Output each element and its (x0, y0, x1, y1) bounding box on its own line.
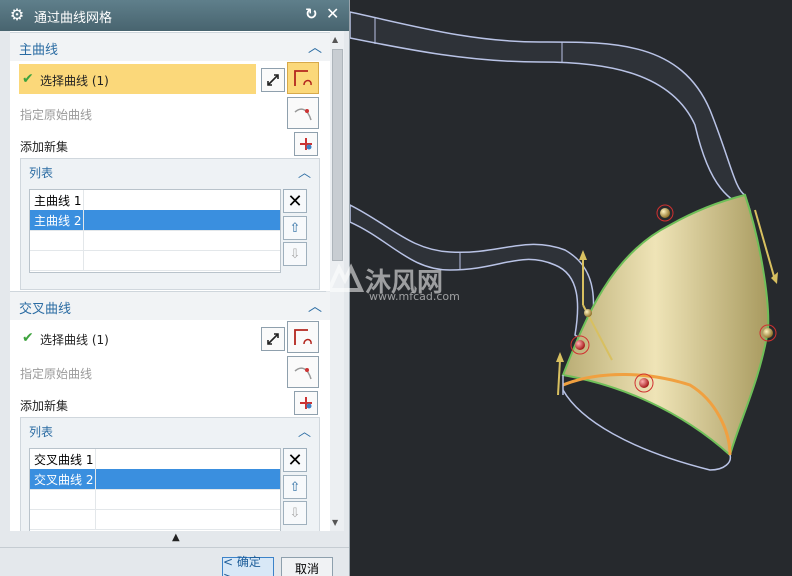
chevron-up-icon[interactable]: ︿ (308, 296, 322, 316)
select-curve-label: 选择曲线 (1) (40, 74, 109, 88)
list-item (30, 489, 280, 510)
scroll-down-icon[interactable]: ▼ (332, 518, 338, 527)
dialog-footer: < 确定 > 取消 (0, 547, 349, 576)
curve-rule-icon[interactable] (287, 321, 319, 353)
list-item (30, 250, 280, 271)
origin-curve-icon[interactable] (287, 97, 319, 129)
cancel-button[interactable]: 取消 (281, 557, 333, 576)
specify-origin-row-cross[interactable]: 指定原始曲线 (10, 356, 330, 388)
list-item[interactable]: 主曲线 2 (30, 210, 280, 231)
specify-origin-row-primary[interactable]: 指定原始曲线 (10, 97, 330, 129)
watermark-url: www.mfcad.com (369, 290, 460, 303)
dialog-title-bar[interactable]: ⚙ 通过曲线网格 ↻ ✕ (0, 0, 349, 31)
list-panel-cross: 列表 ︿ 交叉曲线 1 交叉曲线 2 ✕ ⇧ ⇩ (20, 417, 320, 531)
list-item[interactable]: 交叉曲线 1 (30, 449, 280, 470)
specify-origin-label: 指定原始曲线 (20, 108, 93, 122)
list-item[interactable]: 主曲线 1 (30, 190, 280, 211)
add-new-set-label: 添加新集 (20, 399, 69, 413)
section-header-primary[interactable]: 主曲线 ︿ (10, 32, 330, 61)
check-icon: ✔ (22, 330, 34, 346)
scrollbar-thumb[interactable] (332, 49, 343, 261)
dialog-window: ⚙ 通过曲线网格 ↻ ✕ 主曲线 ︿ ✔ 选择曲线 (1) 指定原始曲线 添加新… (0, 0, 350, 576)
section-title: 交叉曲线 (19, 302, 72, 317)
select-curve-row-primary[interactable]: ✔ 选择曲线 (1) (10, 62, 330, 94)
section-title: 主曲线 (19, 43, 59, 58)
scroll-up-icon[interactable]: ▲ (332, 35, 338, 44)
remove-icon[interactable]: ✕ (283, 448, 307, 472)
curve-list-primary: 主曲线 1 主曲线 2 (29, 189, 281, 273)
list-panel-primary: 列表 ︿ 主曲线 1 主曲线 2 ✕ ⇧ ⇩ (20, 158, 320, 290)
add-new-set-row-cross[interactable]: 添加新集 (10, 389, 330, 419)
list-item (30, 230, 280, 251)
add-set-icon[interactable] (294, 132, 318, 156)
check-icon: ✔ (22, 71, 34, 87)
dialog-content: 主曲线 ︿ ✔ 选择曲线 (1) 指定原始曲线 添加新集 列表 ︿ 主曲线 1 … (10, 31, 330, 531)
origin-curve-icon[interactable] (287, 356, 319, 388)
list-item[interactable]: 交叉曲线 2 (30, 469, 280, 490)
gear-icon[interactable]: ⚙ (8, 6, 26, 24)
move-down-icon[interactable]: ⇩ (283, 242, 307, 266)
select-curve-row-cross[interactable]: ✔ 选择曲线 (1) (10, 321, 330, 353)
curve-rule-icon[interactable] (287, 62, 319, 94)
close-icon[interactable]: ✕ (326, 4, 339, 23)
reset-icon[interactable]: ↻ (305, 5, 318, 23)
list-header-primary[interactable]: 列表 ︿ (21, 159, 319, 185)
curve-list-cross: 交叉曲线 1 交叉曲线 2 (29, 448, 281, 531)
reverse-direction-icon[interactable] (261, 327, 285, 351)
list-title: 列表 (29, 166, 54, 180)
move-down-icon[interactable]: ⇩ (283, 501, 307, 525)
list-header-cross[interactable]: 列表 ︿ (21, 418, 319, 444)
move-up-icon[interactable]: ⇧ (283, 475, 307, 499)
select-curve-label: 选择曲线 (1) (40, 333, 109, 347)
specify-origin-label: 指定原始曲线 (20, 367, 93, 381)
chevron-up-icon[interactable]: ︿ (308, 37, 322, 57)
chevron-up-icon[interactable]: ︿ (298, 162, 311, 181)
watermark-logo-icon (325, 263, 365, 292)
section-header-cross[interactable]: 交叉曲线 ︿ (10, 291, 330, 320)
list-title: 列表 (29, 425, 54, 439)
remove-icon[interactable]: ✕ (283, 189, 307, 213)
chevron-up-icon[interactable]: ︿ (298, 421, 311, 440)
add-new-set-label: 添加新集 (20, 140, 69, 154)
reverse-direction-icon[interactable] (261, 68, 285, 92)
list-item (30, 509, 280, 530)
ok-button[interactable]: < 确定 > (222, 555, 274, 576)
collapse-up-icon[interactable]: ▲ (172, 532, 180, 543)
add-set-icon[interactable] (294, 391, 318, 415)
add-new-set-row-primary[interactable]: 添加新集 (10, 130, 330, 160)
dialog-title: 通过曲线网格 (34, 11, 113, 26)
move-up-icon[interactable]: ⇧ (283, 216, 307, 240)
collapse-bar[interactable]: ▲ (10, 531, 344, 547)
